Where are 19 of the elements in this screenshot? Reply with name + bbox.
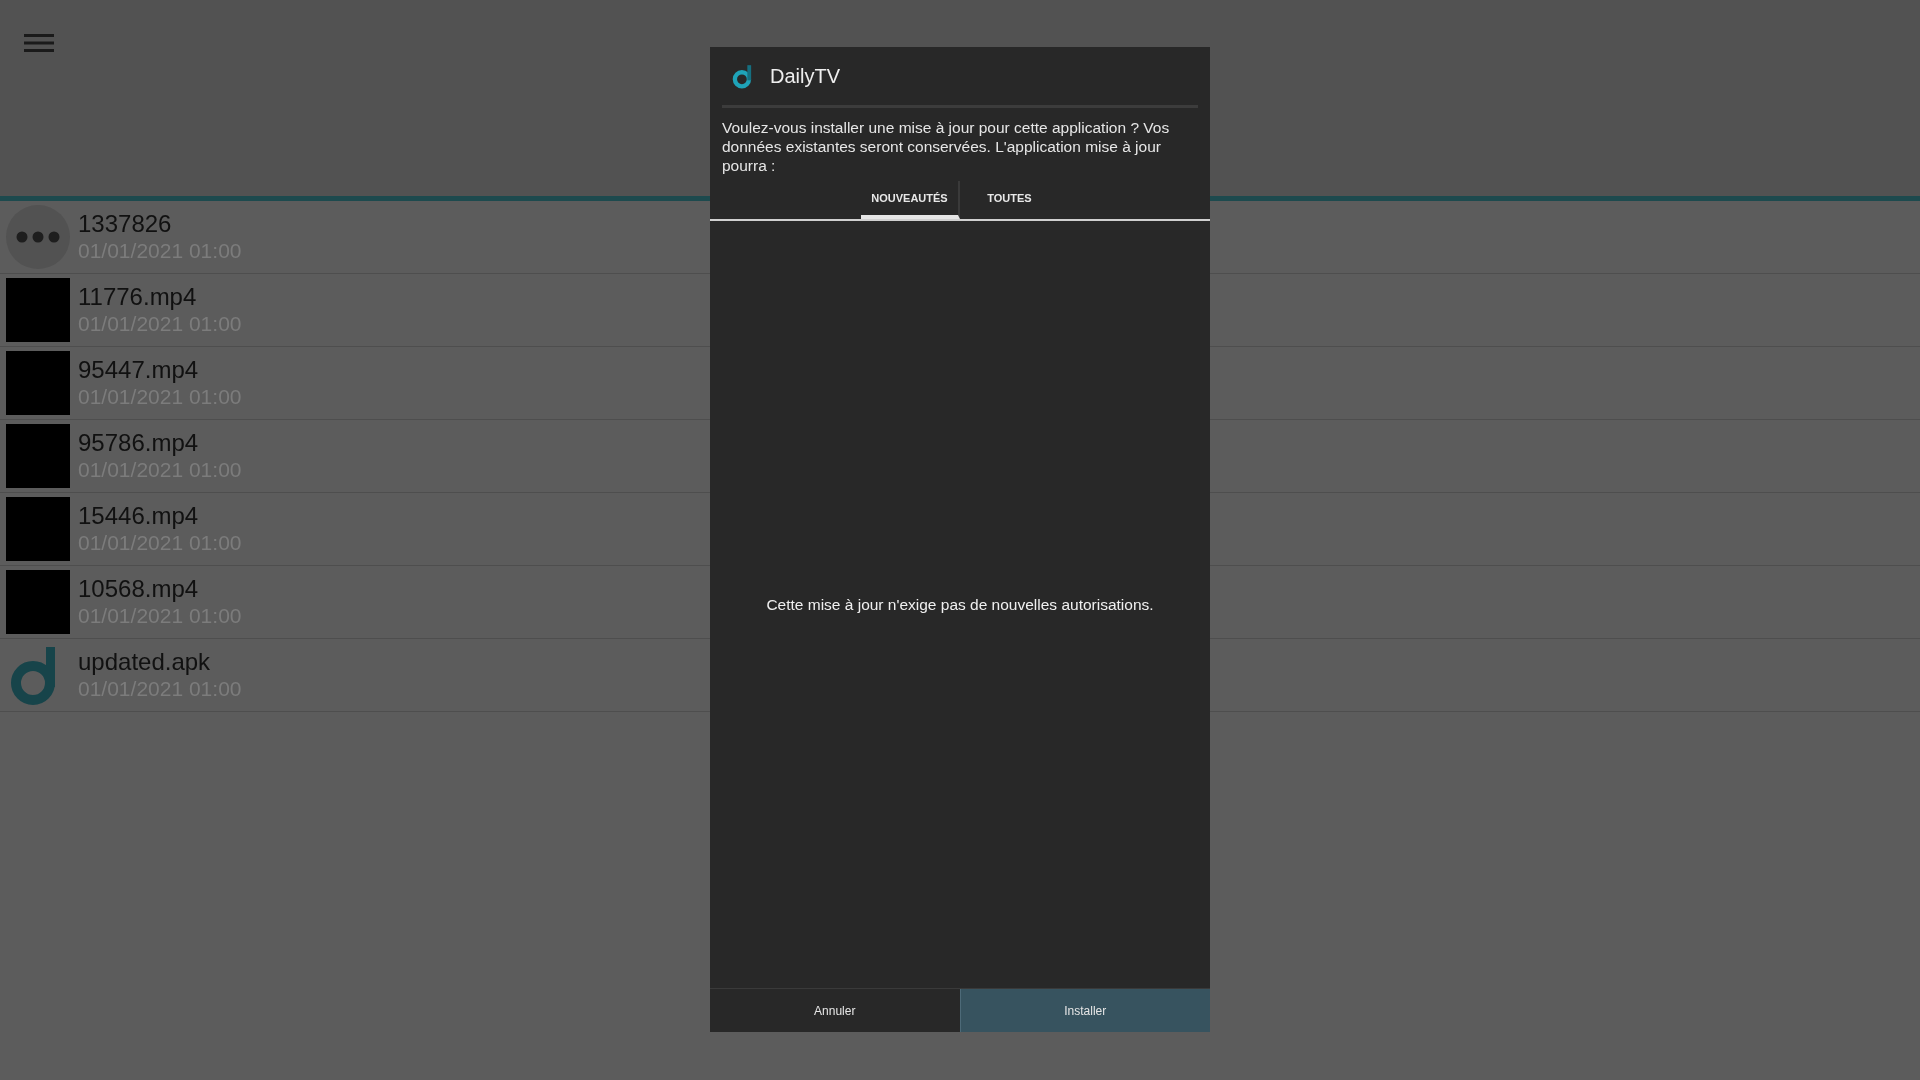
dialog-title: DailyTV (770, 64, 840, 88)
file-name: 11776.mp4 (78, 283, 198, 311)
video-thumbnail (6, 424, 70, 488)
more-icon (6, 205, 70, 269)
file-name: 10568.mp4 (78, 575, 200, 603)
menu-icon[interactable] (24, 33, 54, 53)
file-name: 1337826 (78, 210, 173, 238)
video-thumbnail (6, 278, 70, 342)
file-name: 95447.mp4 (78, 356, 200, 384)
video-thumbnail (6, 570, 70, 634)
tab[interactable]: NOUVEAUTÉS (861, 181, 960, 219)
file-name: updated.apk (78, 648, 212, 676)
dialog-message: Voulez-vous installer une mise à jour pour cette application ? Vos données existantes seront conservées. L'application mise à jour pourra : (722, 118, 1171, 175)
video-thumbnail (6, 497, 70, 561)
permissions-message: Cette mise à jour n'exige pas de nouvelles autorisations. (766, 595, 1154, 614)
file-name: 15446.mp4 (78, 502, 200, 530)
install-button[interactable]: Installer (959, 989, 1210, 1032)
file-name: 95786.mp4 (78, 429, 200, 457)
video-thumbnail (6, 351, 70, 415)
